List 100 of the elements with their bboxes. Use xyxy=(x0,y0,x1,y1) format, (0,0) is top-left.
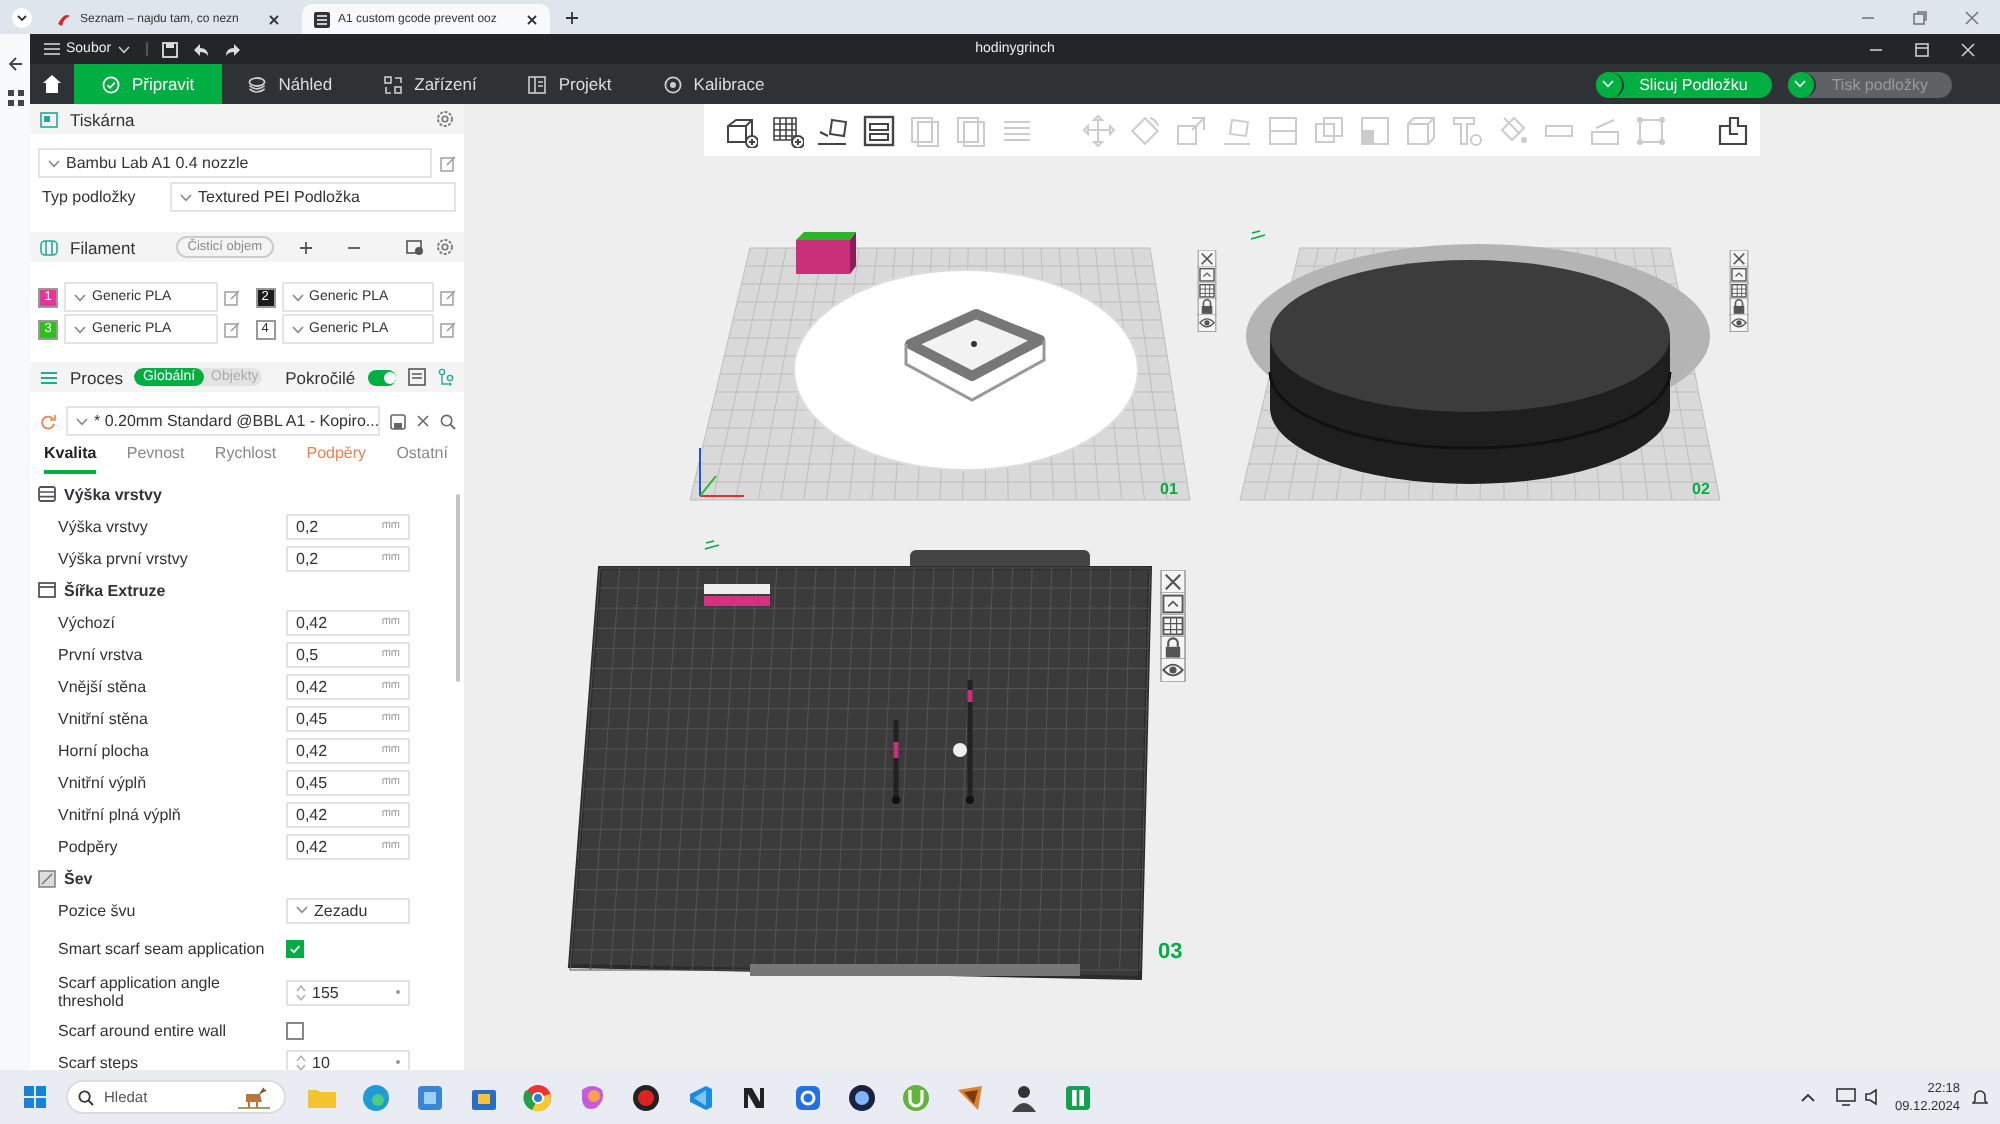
box-lid-icon xyxy=(1588,113,1622,147)
caret-icon xyxy=(117,45,130,53)
caret-icon xyxy=(291,293,303,301)
grid-icon[interactable] xyxy=(7,90,23,106)
dropdown[interactable]: Zezadu xyxy=(286,897,410,923)
stack-icon xyxy=(40,369,58,385)
assistant-icon[interactable] xyxy=(576,1081,608,1113)
save-icon[interactable] xyxy=(390,413,406,429)
settings-tab[interactable]: Pevnost xyxy=(126,444,185,474)
home-icon[interactable] xyxy=(42,74,62,94)
nav-tab[interactable]: Kalibrace xyxy=(637,64,791,104)
printer-icon xyxy=(40,111,58,127)
layout-icon[interactable] xyxy=(862,113,896,147)
tree-icon[interactable] xyxy=(438,368,454,386)
puzzle-icon[interactable] xyxy=(1716,113,1750,147)
frame-icon[interactable] xyxy=(1158,592,1188,616)
app-icon[interactable] xyxy=(846,1081,878,1113)
display-icon[interactable] xyxy=(1836,1088,1857,1106)
check-circle-icon xyxy=(102,75,120,93)
device-icon xyxy=(384,75,403,93)
browser-icon[interactable] xyxy=(360,1081,392,1113)
scrollbar[interactable] xyxy=(456,494,460,682)
browser-icon[interactable] xyxy=(522,1081,554,1113)
section-title: Filament xyxy=(70,237,136,257)
grid-plus-icon[interactable] xyxy=(770,113,804,147)
torrent-icon[interactable] xyxy=(900,1081,932,1113)
edit-icon[interactable] xyxy=(223,321,239,337)
app-icon[interactable] xyxy=(954,1081,986,1113)
plus-icon[interactable] xyxy=(298,239,314,255)
lock-icon[interactable] xyxy=(1158,636,1188,660)
chevron-up-icon[interactable] xyxy=(1800,1089,1817,1105)
redo-icon[interactable] xyxy=(223,41,242,57)
checkbox[interactable] xyxy=(286,1021,304,1039)
maximize-icon[interactable] xyxy=(1914,41,1930,57)
caret-icon xyxy=(76,417,88,425)
code-editor-icon[interactable] xyxy=(684,1081,716,1113)
setting-label: Výchozí xyxy=(58,613,117,631)
cube-plus-icon[interactable] xyxy=(724,113,758,147)
caret-icon xyxy=(74,293,86,301)
eye-icon[interactable] xyxy=(1728,314,1750,332)
swoosh-icon xyxy=(56,11,72,27)
nav-tab[interactable]: Náhled xyxy=(222,64,359,104)
edit-icon[interactable] xyxy=(223,289,239,305)
shape-icon xyxy=(1450,113,1484,147)
scale-icon xyxy=(1174,113,1208,147)
layers-icon xyxy=(38,486,56,502)
edit-icon[interactable] xyxy=(440,321,456,337)
reset-icon[interactable] xyxy=(40,413,56,429)
eye-icon[interactable] xyxy=(1196,314,1218,332)
plate-label: 01 xyxy=(1160,480,1178,498)
nav-tab[interactable]: Projekt xyxy=(502,64,638,104)
grid-icon[interactable] xyxy=(1158,614,1188,638)
field-label: Typ podložky xyxy=(42,188,138,206)
close-icon[interactable] xyxy=(526,13,538,25)
speaker-icon[interactable] xyxy=(1864,1088,1883,1106)
plate-type-select[interactable]: Textured PEI Podložka xyxy=(170,182,456,212)
checkbox[interactable] xyxy=(286,939,304,957)
toggle-switch[interactable] xyxy=(367,369,396,385)
close-icon[interactable] xyxy=(416,414,430,428)
setting-label: Horní plocha xyxy=(58,741,151,759)
close-icon[interactable] xyxy=(1158,570,1188,594)
edit-icon[interactable] xyxy=(440,289,456,305)
app-icon[interactable] xyxy=(630,1081,662,1113)
group-title: Výška vrstvy xyxy=(64,485,162,503)
settings-tab[interactable]: Rychlost xyxy=(214,444,277,474)
spin-field[interactable]: 155 xyxy=(286,979,410,1005)
stacked-squares-icon xyxy=(954,113,988,147)
plus-icon[interactable] xyxy=(564,9,580,25)
settings-icon[interactable] xyxy=(436,238,454,256)
width-icon xyxy=(38,582,56,598)
settings-tab[interactable]: Ostatní xyxy=(396,444,448,474)
start-icon[interactable] xyxy=(24,1086,46,1108)
edit-icon[interactable] xyxy=(440,155,456,171)
rotate-icon xyxy=(1128,113,1162,147)
split-icon xyxy=(1266,113,1300,147)
layers-icon xyxy=(248,75,267,93)
list-icon[interactable] xyxy=(408,368,426,386)
plate-label: 03 xyxy=(1158,940,1183,964)
undo-icon[interactable] xyxy=(191,41,210,57)
figure-icon[interactable] xyxy=(1008,1081,1040,1113)
process-preset-select[interactable]: * 0.20mm Standard @BBL A1 - Kopiro... xyxy=(66,406,380,436)
restore-icon[interactable] xyxy=(1912,9,1928,25)
seam-icon xyxy=(38,869,56,887)
caret-icon xyxy=(74,325,86,333)
printer-select[interactable]: Bambu Lab A1 0.4 nozzle xyxy=(38,148,432,178)
spool-icon xyxy=(40,239,58,255)
close-icon[interactable] xyxy=(268,13,280,25)
eye-icon[interactable] xyxy=(1158,658,1188,682)
settings-tab[interactable]: Kvalita xyxy=(44,444,97,474)
caret-icon xyxy=(296,906,308,914)
caret-icon xyxy=(1602,80,1615,88)
tilted-plate-icon[interactable] xyxy=(816,113,850,147)
nav-tab[interactable]: Zařízení xyxy=(358,64,503,104)
chevron-down-icon[interactable] xyxy=(12,7,32,27)
setting-label: Vnitřní plná výplň xyxy=(58,805,183,823)
bell-icon[interactable] xyxy=(1972,1088,1988,1106)
back-arrow-icon[interactable] xyxy=(7,56,23,72)
settings-icon[interactable] xyxy=(436,110,454,128)
setting-label: Vnější stěna xyxy=(58,677,149,695)
search-icon[interactable] xyxy=(440,413,456,429)
